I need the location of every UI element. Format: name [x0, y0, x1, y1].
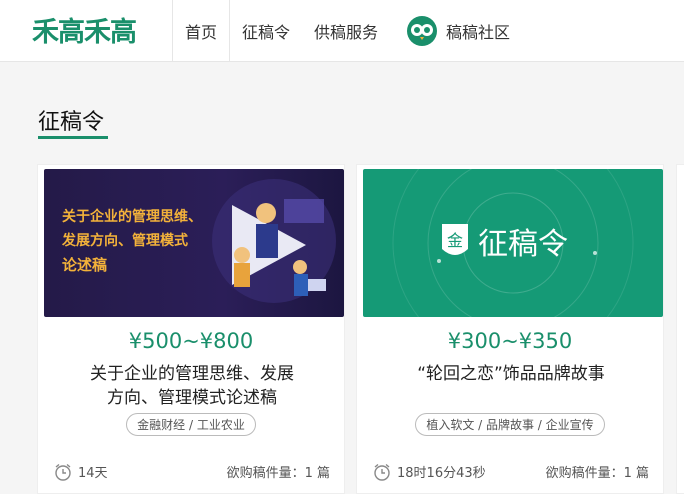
card-2-tags: 植入软文 / 品牌故事 / 企业宣传	[357, 413, 663, 436]
site-logo[interactable]: 禾高禾高	[32, 13, 137, 48]
card-3-partial[interactable]	[676, 164, 684, 494]
svg-text:金: 金	[447, 231, 463, 250]
card-1-banner-text: 关于企业的管理思维、 发展方向、管理模式 论述稿	[62, 205, 222, 277]
card-2-meta: 18时16分43秒 欲购稿件量：1 篇	[373, 462, 649, 481]
card-2-quantity: 欲购稿件量：1 篇	[545, 466, 649, 481]
card-1-title-line-1: 关于企业的管理思维、发展	[90, 364, 294, 384]
card-2[interactable]: 金 征稿令 ¥300~¥350 “轮回之恋”饰品品牌故事 植入软文 / 品牌故事…	[356, 164, 664, 494]
card-1-banner[interactable]: 关于企业的管理思维、 发展方向、管理模式 论述稿	[44, 169, 344, 317]
owl-logo-icon	[407, 16, 438, 46]
card-1-title-line-2: 方向、管理模式论述稿	[107, 388, 277, 408]
page-title: 征稿令	[38, 110, 105, 135]
card-1-tag-badge: 金融财经 / 工业农业	[126, 413, 256, 436]
nav-community[interactable]: 稿稿社区	[390, 0, 522, 62]
nav-community-label: 稿稿社区	[446, 23, 511, 42]
title-underline	[38, 136, 108, 139]
banner-line-3: 论述稿	[62, 256, 108, 274]
card-1-title[interactable]: 关于企业的管理思维、发展 方向、管理模式论述稿	[58, 362, 326, 410]
seal-icon: 金	[442, 224, 468, 255]
top-header: 禾高禾高 首页 征稿令 供稿服务 稿稿社区	[0, 0, 684, 62]
card-2-title-line-1: “轮回之恋”饰品品牌故事	[417, 364, 605, 384]
card-1-tags: 金融财经 / 工业农业	[38, 413, 344, 436]
card-2-price: ¥300~¥350	[447, 329, 573, 353]
card-1-quantity: 欲购稿件量：1 篇	[226, 466, 330, 481]
nav-home[interactable]: 首页	[172, 0, 231, 62]
card-2-title[interactable]: “轮回之恋”饰品品牌故事	[377, 362, 645, 386]
card-1-price: ¥500~¥800	[128, 329, 254, 353]
nav-call-for-papers[interactable]: 征稿令	[230, 0, 302, 62]
banner-line-1: 关于企业的管理思维、	[62, 209, 202, 225]
card-1-time: 14天	[78, 466, 108, 481]
card-2-banner[interactable]: 金 征稿令	[363, 169, 663, 317]
logo-text: 禾高禾高	[32, 16, 137, 48]
card-2-banner-logo: 金 征稿令	[438, 219, 568, 263]
clock-icon	[374, 463, 390, 481]
card-2-time: 18时16分43秒	[397, 466, 486, 481]
card-1-meta: 14天 欲购稿件量：1 篇	[54, 462, 330, 481]
banner-line-2: 发展方向、管理模式	[62, 233, 188, 249]
card-2-banner-text: 征稿令	[478, 227, 568, 262]
card-2-tag-badge: 植入软文 / 品牌故事 / 企业宣传	[415, 413, 605, 436]
card-1[interactable]: 关于企业的管理思维、 发展方向、管理模式 论述稿 ¥500~¥800 关于企业的…	[37, 164, 345, 494]
nav-supply-service[interactable]: 供稿服务	[302, 0, 390, 62]
clock-icon	[55, 463, 71, 481]
main-nav: 首页 征稿令 供稿服务 稿稿社区	[172, 0, 522, 62]
